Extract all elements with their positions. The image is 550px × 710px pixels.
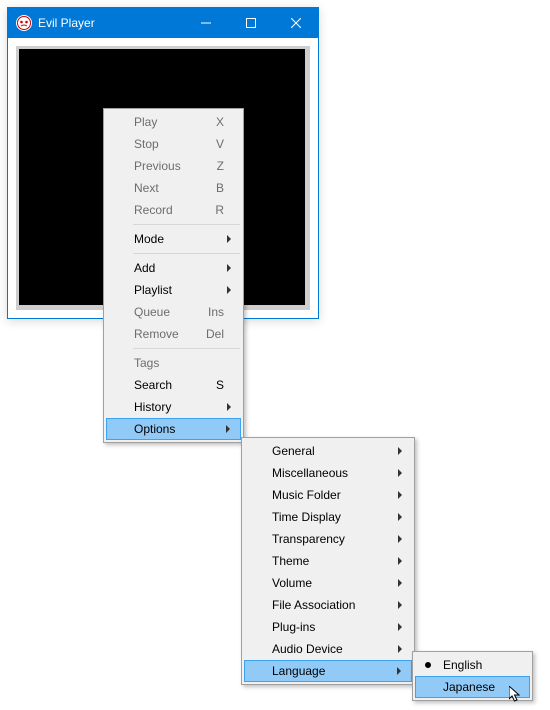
radio-dot-icon	[425, 662, 431, 668]
menu-item-next: Next B	[106, 177, 241, 199]
menu-item-time-display[interactable]: Time Display	[244, 506, 412, 528]
menu-item-label: Play	[134, 115, 157, 129]
close-button[interactable]	[273, 8, 318, 38]
options-submenu: General Miscellaneous Music Folder Time Dis…	[241, 437, 415, 685]
chevron-right-icon	[398, 623, 402, 631]
menu-item-label: Language	[272, 664, 325, 678]
menu-separator	[133, 224, 240, 225]
menu-item-label: Playlist	[134, 283, 172, 297]
menu-item-miscellaneous[interactable]: Miscellaneous	[244, 462, 412, 484]
menu-item-play: Play X	[106, 111, 241, 133]
maximize-button[interactable]	[228, 8, 273, 38]
menu-item-label: General	[272, 444, 315, 458]
menu-item-label: Audio Device	[272, 642, 343, 656]
menu-item-shortcut: Ins	[208, 305, 224, 319]
chevron-right-icon	[227, 403, 231, 411]
menu-item-shortcut: B	[216, 181, 224, 195]
menu-item-label: Time Display	[272, 510, 341, 524]
menu-item-shortcut: R	[215, 203, 224, 217]
menu-item-label: History	[134, 400, 171, 414]
menu-item-label: Mode	[134, 232, 164, 246]
menu-item-audio-device[interactable]: Audio Device	[244, 638, 412, 660]
menu-item-label: Japanese	[443, 680, 495, 694]
menu-item-add[interactable]: Add	[106, 257, 241, 279]
menu-item-volume[interactable]: Volume	[244, 572, 412, 594]
menu-item-shortcut: Z	[217, 159, 224, 173]
menu-item-label: File Association	[272, 598, 355, 612]
menu-item-general[interactable]: General	[244, 440, 412, 462]
chevron-right-icon	[398, 557, 402, 565]
window-title: Evil Player	[38, 16, 183, 30]
chevron-right-icon	[398, 601, 402, 609]
menu-item-label: Queue	[134, 305, 170, 319]
menu-item-english[interactable]: English	[415, 654, 530, 676]
menu-item-mode[interactable]: Mode	[106, 228, 241, 250]
chevron-right-icon	[398, 513, 402, 521]
language-submenu: English Japanese	[412, 651, 533, 701]
menu-item-queue: Queue Ins	[106, 301, 241, 323]
menu-item-label: Theme	[272, 554, 309, 568]
chevron-right-icon	[397, 667, 401, 675]
menu-item-shortcut: Del	[206, 327, 224, 341]
menu-item-options[interactable]: Options	[106, 418, 241, 440]
menu-item-shortcut: X	[216, 115, 224, 129]
chevron-right-icon	[227, 235, 231, 243]
chevron-right-icon	[398, 645, 402, 653]
menu-item-record: Record R	[106, 199, 241, 221]
menu-item-tags: Tags	[106, 352, 241, 374]
menu-item-label: Transparency	[272, 532, 345, 546]
chevron-right-icon	[398, 447, 402, 455]
menu-item-label: Options	[134, 422, 175, 436]
menu-item-music-folder[interactable]: Music Folder	[244, 484, 412, 506]
menu-item-language[interactable]: Language	[244, 660, 412, 682]
chevron-right-icon	[398, 469, 402, 477]
menu-item-stop: Stop V	[106, 133, 241, 155]
menu-item-label: Previous	[134, 159, 181, 173]
menu-item-playlist[interactable]: Playlist	[106, 279, 241, 301]
chevron-right-icon	[227, 264, 231, 272]
menu-item-label: Stop	[134, 137, 159, 151]
menu-item-remove: Remove Del	[106, 323, 241, 345]
menu-item-label: Search	[134, 378, 172, 392]
menu-item-label: Volume	[272, 576, 312, 590]
menu-item-history[interactable]: History	[106, 396, 241, 418]
menu-item-japanese[interactable]: Japanese	[415, 676, 530, 698]
menu-separator	[133, 348, 240, 349]
window-controls	[183, 8, 318, 38]
minimize-button[interactable]	[183, 8, 228, 38]
chevron-right-icon	[398, 491, 402, 499]
context-menu: Play X Stop V Previous Z Next B Record R Mode Add Pl…	[103, 108, 244, 443]
titlebar[interactable]: Evil Player	[8, 8, 318, 38]
menu-item-transparency[interactable]: Transparency	[244, 528, 412, 550]
chevron-right-icon	[226, 425, 230, 433]
menu-item-label: Record	[134, 203, 173, 217]
menu-item-label: Add	[134, 261, 155, 275]
menu-item-label: Music Folder	[272, 488, 341, 502]
menu-item-search[interactable]: Search S	[106, 374, 241, 396]
menu-item-label: Remove	[134, 327, 179, 341]
menu-item-shortcut: S	[216, 378, 224, 392]
menu-item-previous: Previous Z	[106, 155, 241, 177]
app-icon	[16, 15, 32, 31]
chevron-right-icon	[227, 286, 231, 294]
menu-item-shortcut: V	[216, 137, 224, 151]
chevron-right-icon	[398, 579, 402, 587]
menu-item-label: Plug-ins	[272, 620, 315, 634]
menu-separator	[133, 253, 240, 254]
chevron-right-icon	[398, 535, 402, 543]
menu-item-label: Next	[134, 181, 159, 195]
menu-item-label: English	[443, 658, 482, 672]
menu-item-plug-ins[interactable]: Plug-ins	[244, 616, 412, 638]
menu-item-label: Miscellaneous	[272, 466, 348, 480]
menu-item-theme[interactable]: Theme	[244, 550, 412, 572]
menu-item-label: Tags	[134, 356, 159, 370]
menu-item-file-association[interactable]: File Association	[244, 594, 412, 616]
